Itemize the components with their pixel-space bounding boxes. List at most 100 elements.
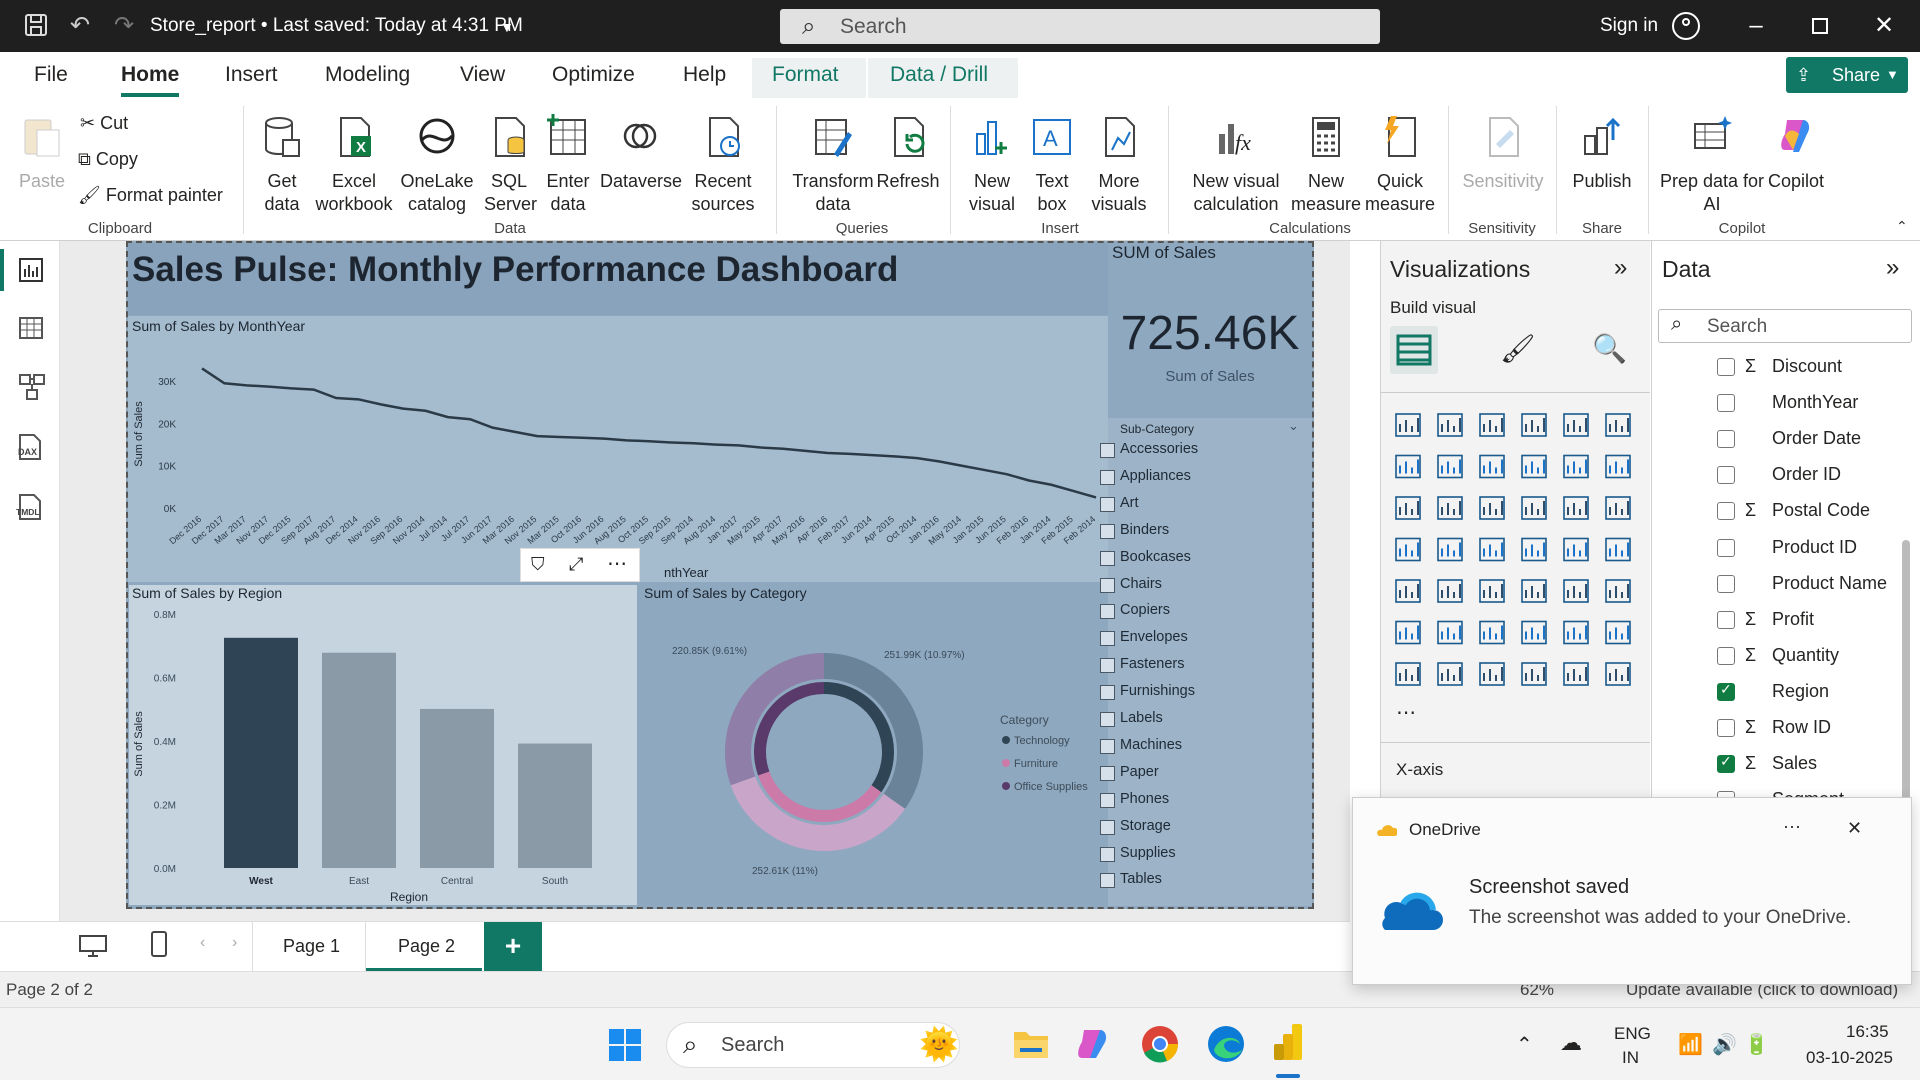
slicer-item[interactable]: Labels	[1100, 710, 1163, 727]
toast-close-icon[interactable]: ✕	[1847, 818, 1862, 839]
paste-button[interactable]: Paste	[18, 114, 66, 193]
text-box-button[interactable]: A Text box	[1026, 114, 1078, 216]
close-icon[interactable]: ✕	[1870, 12, 1898, 40]
power-bi-icon[interactable]	[1272, 1022, 1306, 1069]
copilot-app-icon[interactable]	[1076, 1026, 1114, 1065]
more-visual-types-icon[interactable]: ⋯	[1396, 700, 1416, 725]
slicer-item[interactable]: Art	[1100, 495, 1139, 512]
redo-icon[interactable]: ↷	[110, 12, 138, 40]
transform-data-button[interactable]: Transform data	[788, 114, 878, 216]
minimize-icon[interactable]: –	[1742, 12, 1770, 40]
slicer-item[interactable]: Binders	[1099, 522, 1169, 539]
field-name[interactable]: Product Name	[1772, 573, 1887, 594]
account-icon[interactable]	[1672, 12, 1700, 40]
page-tab-2[interactable]: Page 2	[366, 922, 482, 972]
show-hidden-icons[interactable]: ⌃	[1516, 1032, 1533, 1057]
field-checkbox[interactable]	[1717, 394, 1735, 413]
language-indicator[interactable]: ENG	[1614, 1024, 1651, 1044]
copy-button[interactable]: ⧉ Copy	[78, 148, 138, 171]
recent-sources-button[interactable]: Recent sources	[690, 114, 756, 216]
slicer-item[interactable]: Chairs	[1100, 576, 1162, 593]
copilot-button[interactable]: Copilot	[1760, 114, 1832, 193]
build-visual-tab[interactable]	[1390, 326, 1438, 374]
table-view-icon[interactable]	[18, 315, 44, 346]
clock-date[interactable]: 03-10-2025	[1806, 1048, 1893, 1068]
clock-time[interactable]: 16:35	[1846, 1022, 1889, 1042]
onedrive-tray-icon[interactable]: ☁	[1560, 1030, 1582, 1056]
menu-view[interactable]: View	[460, 63, 505, 87]
sign-in-link[interactable]: Sign in	[1600, 15, 1658, 37]
collapse-viz-pane-icon[interactable]: »	[1614, 254, 1627, 282]
field-name[interactable]: Discount	[1772, 356, 1842, 377]
slicer-item[interactable]: Paper	[1100, 764, 1159, 781]
field-checkbox[interactable]	[1717, 719, 1735, 737]
add-page-button[interactable]: +	[484, 922, 542, 972]
publish-button[interactable]: Publish	[1566, 114, 1638, 193]
slicer-item[interactable]: Copiers	[1100, 602, 1170, 620]
slicer-item[interactable]: Machines	[1099, 737, 1182, 754]
volume-icon[interactable]: 🔊	[1712, 1032, 1737, 1057]
slicer-item[interactable]: Bookcases	[1100, 549, 1191, 566]
slicer-item[interactable]: Tables	[1100, 871, 1162, 889]
field-name[interactable]: MonthYear	[1772, 392, 1858, 413]
menu-help[interactable]: Help	[683, 63, 726, 87]
filter-icon[interactable]: ⛉	[531, 554, 545, 575]
undo-icon[interactable]: ↶	[66, 12, 94, 40]
field-checkbox[interactable]: ✓	[1717, 753, 1735, 774]
onelake-catalog-button[interactable]: OneLake catalog	[398, 114, 476, 216]
next-page-icon[interactable]: ›	[232, 934, 237, 952]
new-visual-button[interactable]: New visual	[962, 114, 1022, 216]
menu-format[interactable]: Format	[772, 63, 839, 87]
maximize-icon[interactable]	[1806, 12, 1834, 40]
field-checkbox[interactable]	[1717, 646, 1735, 665]
menu-home[interactable]: Home	[121, 63, 179, 87]
chrome-icon[interactable]	[1140, 1024, 1180, 1069]
prev-page-icon[interactable]: ‹	[200, 934, 205, 952]
field-name[interactable]: Order ID	[1772, 464, 1841, 485]
field-checkbox[interactable]	[1717, 610, 1735, 629]
field-checkbox[interactable]	[1717, 574, 1735, 593]
analytics-icon[interactable]: 🔍	[1592, 332, 1627, 365]
dataverse-button[interactable]: Dataverse	[600, 114, 682, 193]
slicer-chevron-icon[interactable]: ⌄	[1288, 418, 1299, 434]
get-data-button[interactable]: Get data	[254, 114, 310, 216]
field-name[interactable]: Row ID	[1772, 717, 1831, 738]
field-name[interactable]: Sales	[1772, 753, 1817, 774]
wifi-icon[interactable]: 📶	[1678, 1032, 1703, 1057]
taskbar-search-input[interactable]: ⌕ Search 🌞	[666, 1022, 960, 1068]
more-visuals-button[interactable]: More visuals	[1086, 114, 1152, 216]
slicer-item[interactable]: Appliances	[1100, 468, 1191, 485]
slicer-item[interactable]: Fasteners	[1099, 656, 1184, 674]
quick-measure-button[interactable]: Quick measure	[1364, 114, 1436, 216]
refresh-button[interactable]: Refresh	[876, 114, 940, 193]
slicer-item[interactable]: Envelopes	[1100, 629, 1188, 647]
field-name[interactable]: Product ID	[1772, 537, 1857, 558]
more-options-icon[interactable]: ⋯	[607, 551, 627, 576]
save-icon[interactable]	[22, 12, 50, 40]
share-button[interactable]: ⇪ Share ▼	[1786, 57, 1908, 93]
battery-icon[interactable]: 🔋	[1744, 1032, 1769, 1057]
dax-query-view-icon[interactable]: DAX	[14, 433, 44, 464]
field-checkbox[interactable]	[1717, 430, 1735, 449]
slicer-item[interactable]: Supplies	[1100, 845, 1176, 862]
menu-optimize[interactable]: Optimize	[552, 63, 635, 87]
file-menu-chevron-icon[interactable]: ▼	[500, 19, 514, 35]
new-measure-button[interactable]: New measure	[1290, 114, 1362, 216]
field-name[interactable]: Region	[1772, 681, 1829, 702]
mobile-layout-icon[interactable]	[150, 930, 168, 963]
field-name[interactable]: Order Date	[1772, 428, 1861, 449]
menu-modeling[interactable]: Modeling	[325, 63, 410, 87]
slicer-item[interactable]: Accessories	[1099, 441, 1198, 458]
format-painter-button[interactable]: 🖌 Format painter	[78, 184, 223, 207]
collapse-data-pane-icon[interactable]: »	[1886, 254, 1899, 282]
field-checkbox[interactable]: ✓	[1717, 681, 1735, 701]
enter-data-button[interactable]: Enter data	[544, 114, 592, 216]
prep-data-for-ai-button[interactable]: Prep data for AI	[1656, 114, 1768, 216]
format-visual-icon[interactable]: 🖌	[1500, 332, 1536, 365]
file-explorer-icon[interactable]	[1012, 1026, 1050, 1065]
field-name[interactable]: Profit	[1772, 609, 1814, 630]
new-visual-calculation-button[interactable]: fx New visual calculation	[1180, 114, 1292, 216]
onedrive-notification[interactable]: OneDrive ··· ✕ Screenshot saved The scre…	[1352, 797, 1912, 985]
field-checkbox[interactable]	[1717, 466, 1735, 485]
slicer-item[interactable]: Storage	[1100, 818, 1171, 835]
